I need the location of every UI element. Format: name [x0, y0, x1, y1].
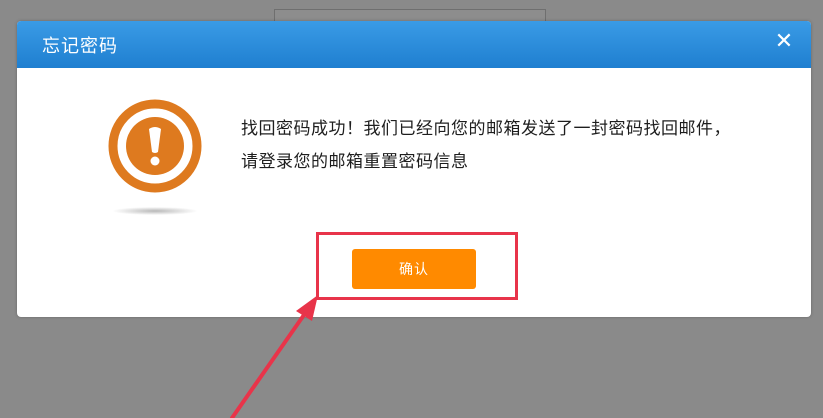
annotation-arrow: [230, 295, 318, 418]
screen: 忘记密码 ✕ 找回密码成功！我们已经向您的邮箱发送了一封密码找回邮件，请登录您的…: [0, 0, 823, 418]
